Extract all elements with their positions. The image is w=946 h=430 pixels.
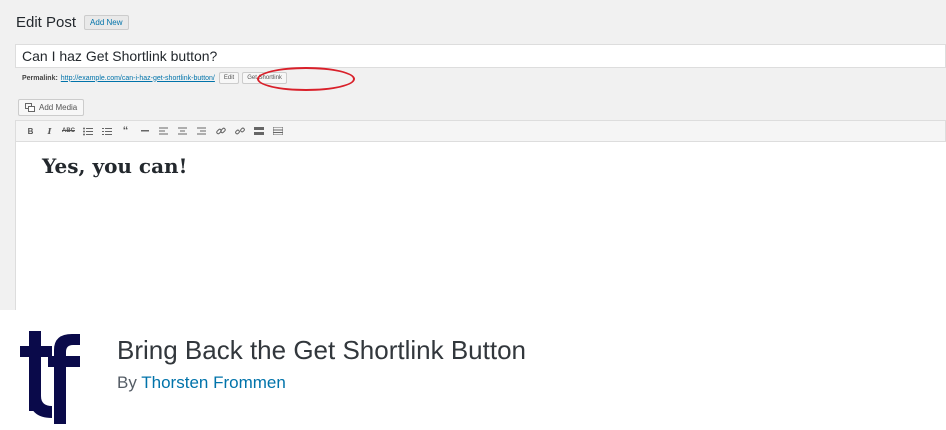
edit-permalink-button[interactable]: Edit bbox=[218, 72, 240, 84]
media-icon bbox=[25, 103, 35, 112]
align-center-icon[interactable] bbox=[176, 125, 189, 137]
highlight-circle bbox=[257, 67, 355, 91]
blockquote-icon[interactable]: “ bbox=[119, 125, 132, 137]
plugin-byline: By Thorsten Frommen bbox=[117, 373, 286, 393]
add-new-button[interactable]: Add New bbox=[84, 15, 129, 30]
numbered-list-icon[interactable] bbox=[100, 125, 113, 137]
permalink-label: Permalink: bbox=[22, 74, 58, 82]
byline-prefix: By bbox=[117, 373, 137, 392]
unlink-icon[interactable] bbox=[233, 125, 246, 137]
permalink-row: Permalink: http://example.com/can-i-haz-… bbox=[22, 72, 290, 84]
permalink-link[interactable]: http://example.com/can-i-haz-get-shortli… bbox=[61, 75, 215, 82]
add-media-label: Add Media bbox=[39, 103, 78, 112]
align-right-icon[interactable] bbox=[195, 125, 208, 137]
italic-icon[interactable]: I bbox=[43, 125, 56, 137]
read-more-icon[interactable] bbox=[252, 125, 265, 137]
page-title: Edit Post bbox=[16, 14, 77, 31]
plugin-logo bbox=[20, 331, 80, 424]
align-left-icon[interactable] bbox=[157, 125, 170, 137]
post-title-input[interactable]: Can I haz Get Shortlink button? bbox=[15, 44, 946, 68]
editor-toolbar: B I ABC “ bbox=[15, 120, 946, 142]
bold-icon[interactable]: B bbox=[24, 125, 37, 137]
link-icon[interactable] bbox=[214, 125, 227, 137]
bullet-list-icon[interactable] bbox=[81, 125, 94, 137]
toolbar-toggle-icon[interactable] bbox=[271, 125, 284, 137]
edit-header: Edit Post Add New bbox=[16, 14, 129, 31]
editor-content: Yes, you can! bbox=[42, 154, 188, 178]
add-media-button[interactable]: Add Media bbox=[18, 99, 85, 116]
strikethrough-icon[interactable]: ABC bbox=[62, 125, 75, 137]
horizontal-rule-icon[interactable] bbox=[138, 125, 151, 137]
editor-area[interactable]: Yes, you can! bbox=[15, 142, 946, 310]
author-link[interactable]: Thorsten Frommen bbox=[141, 373, 286, 392]
plugin-title: Bring Back the Get Shortlink Button bbox=[117, 335, 526, 365]
plugin-screenshot: Edit Post Add New Can I haz Get Shortlin… bbox=[0, 0, 946, 310]
